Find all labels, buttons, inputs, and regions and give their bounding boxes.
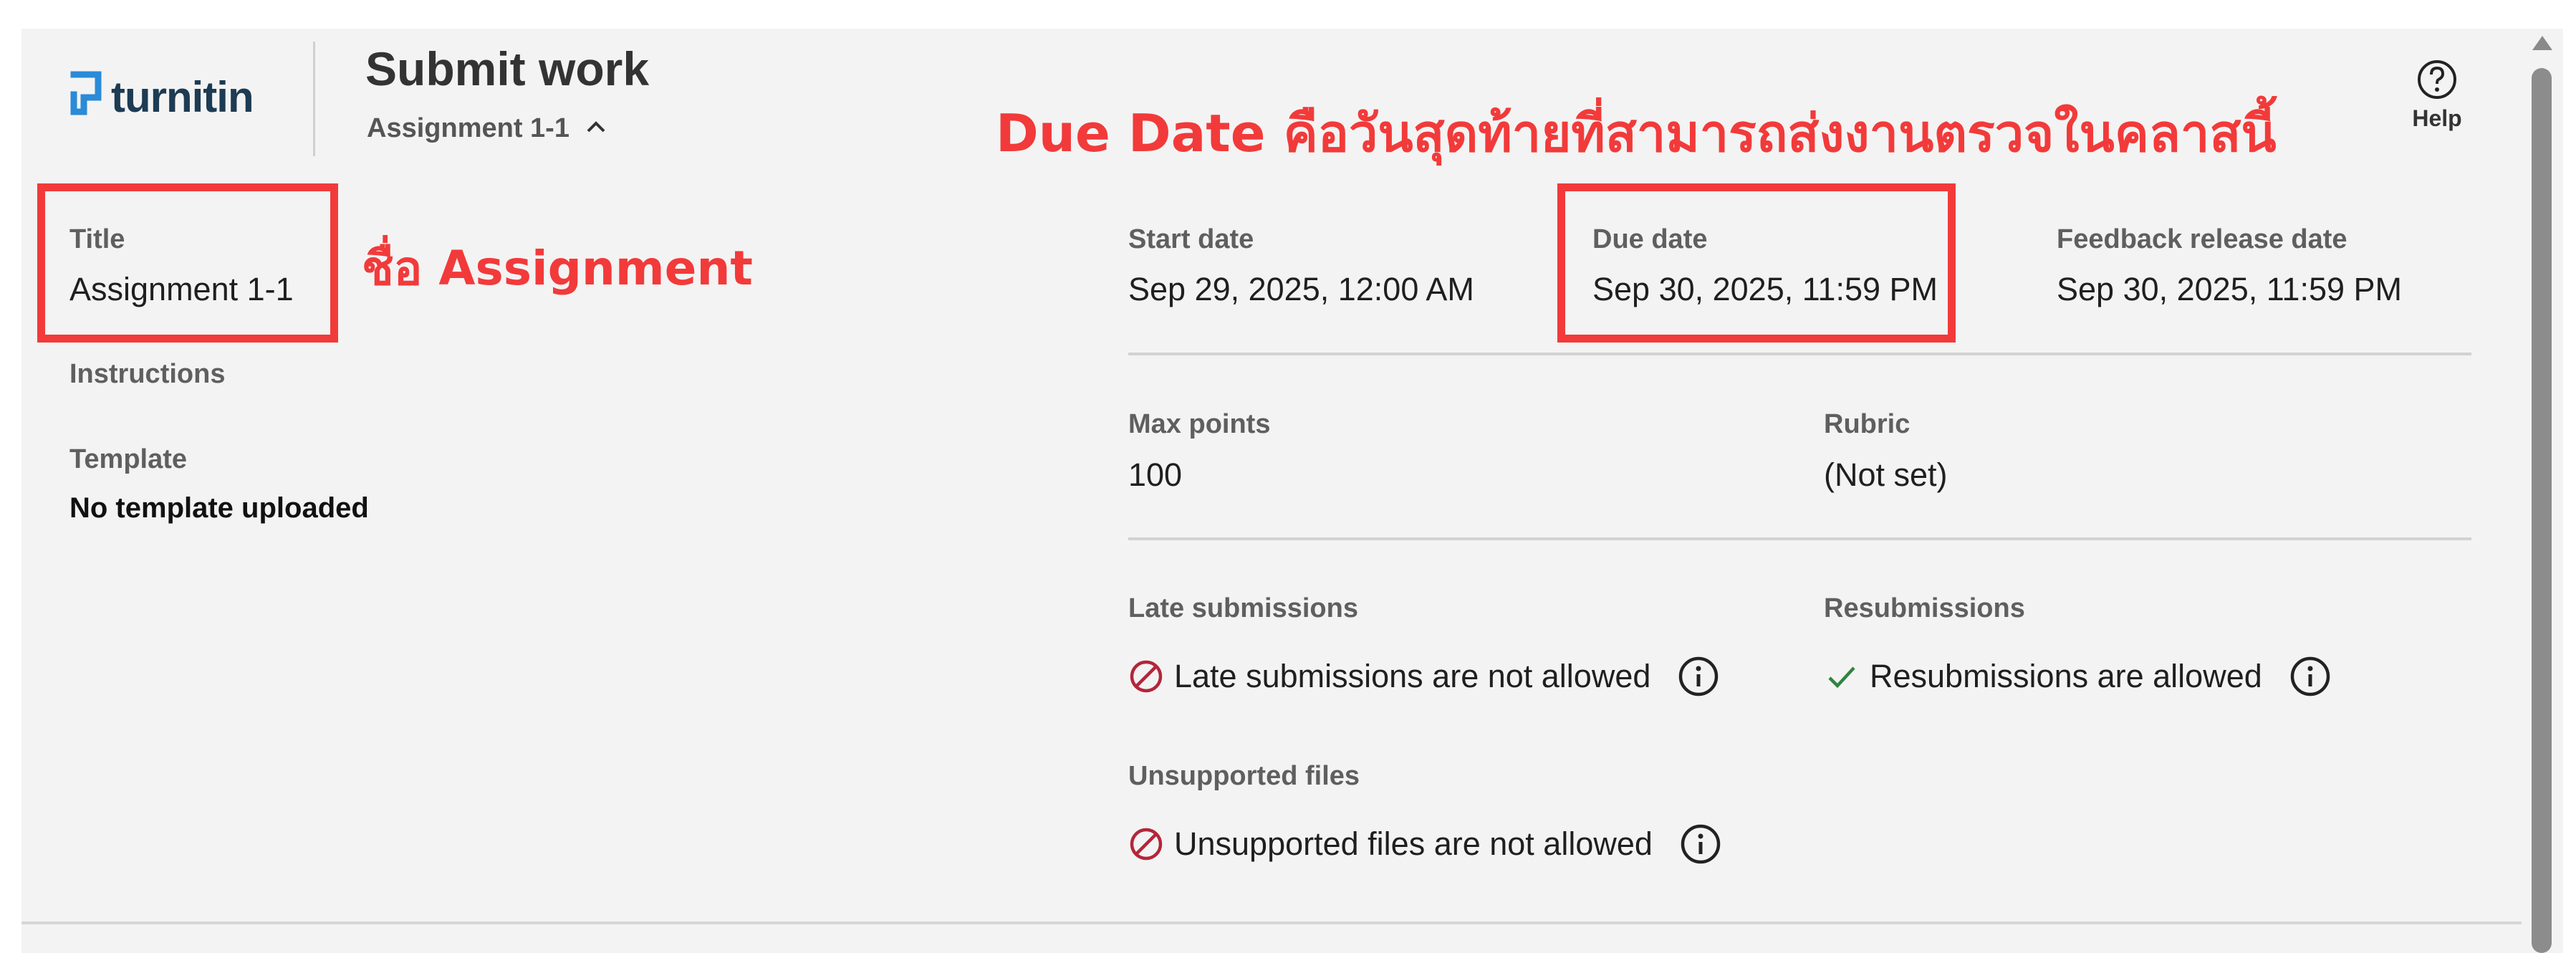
resubmissions-value: Resubmissions are allowed xyxy=(1870,658,2262,694)
instructions-label: Instructions xyxy=(69,359,226,389)
section-divider xyxy=(1128,353,2471,355)
due-date-annotation: Due Date คือวันสุดท้ายที่สามารถส่งงานตรว… xyxy=(996,103,2277,163)
feedback-release-date-value: Sep 30, 2025, 11:59 PM xyxy=(2057,271,2403,307)
help-button[interactable]: Help xyxy=(2407,59,2467,132)
panel-bottom-border xyxy=(21,921,2522,924)
rubric-value: (Not set) xyxy=(1824,456,1948,493)
scrollbar-thumb[interactable] xyxy=(2532,68,2552,953)
late-submissions-status: Late submissions are not allowed xyxy=(1128,655,1719,698)
info-icon[interactable] xyxy=(1678,656,1719,697)
max-points-label: Max points xyxy=(1128,409,1271,439)
turnitin-logo: turnitin xyxy=(68,66,254,128)
title-annotation: ชื่อ Assignment xyxy=(362,241,753,296)
info-icon[interactable] xyxy=(2289,656,2331,697)
assignment-toggle-button[interactable]: Assignment 1-1 xyxy=(367,113,607,144)
title-highlight-box xyxy=(37,183,338,343)
template-label: Template xyxy=(69,444,188,474)
not-allowed-icon xyxy=(1128,826,1164,862)
unsupported-files-value: Unsupported files are not allowed xyxy=(1174,825,1653,862)
unsupported-files-label: Unsupported files xyxy=(1128,761,1360,791)
turnitin-logo-text: turnitin xyxy=(111,73,254,121)
page-title: Submit work xyxy=(365,42,650,95)
not-allowed-icon xyxy=(1128,659,1164,694)
chevron-up-icon xyxy=(585,120,607,138)
help-label: Help xyxy=(2412,105,2462,131)
late-submissions-value: Late submissions are not allowed xyxy=(1174,658,1651,694)
unsupported-files-status: Unsupported files are not allowed xyxy=(1128,823,1721,866)
turnitin-logo-icon xyxy=(68,66,104,128)
help-circle-icon xyxy=(2416,59,2458,104)
template-value: No template uploaded xyxy=(69,492,369,524)
rubric-label: Rubric xyxy=(1824,409,1911,439)
checkmark-icon xyxy=(1824,659,1860,694)
vertical-scrollbar[interactable] xyxy=(2522,29,2563,953)
scroll-up-arrow-icon[interactable] xyxy=(2532,36,2552,50)
header-divider xyxy=(313,42,315,156)
start-date-label: Start date xyxy=(1128,224,1254,254)
start-date-value: Sep 29, 2025, 12:00 AM xyxy=(1128,271,1474,307)
feedback-release-date-label: Feedback release date xyxy=(2057,224,2347,254)
section-divider xyxy=(1128,537,2471,540)
max-points-value: 100 xyxy=(1128,456,1183,493)
resubmissions-status: Resubmissions are allowed xyxy=(1824,655,2331,698)
due-date-highlight-box xyxy=(1557,183,1956,343)
resubmissions-label: Resubmissions xyxy=(1824,593,2025,623)
info-icon[interactable] xyxy=(1680,823,1721,865)
assignment-toggle-label: Assignment 1-1 xyxy=(367,113,569,143)
late-submissions-label: Late submissions xyxy=(1128,593,1358,623)
